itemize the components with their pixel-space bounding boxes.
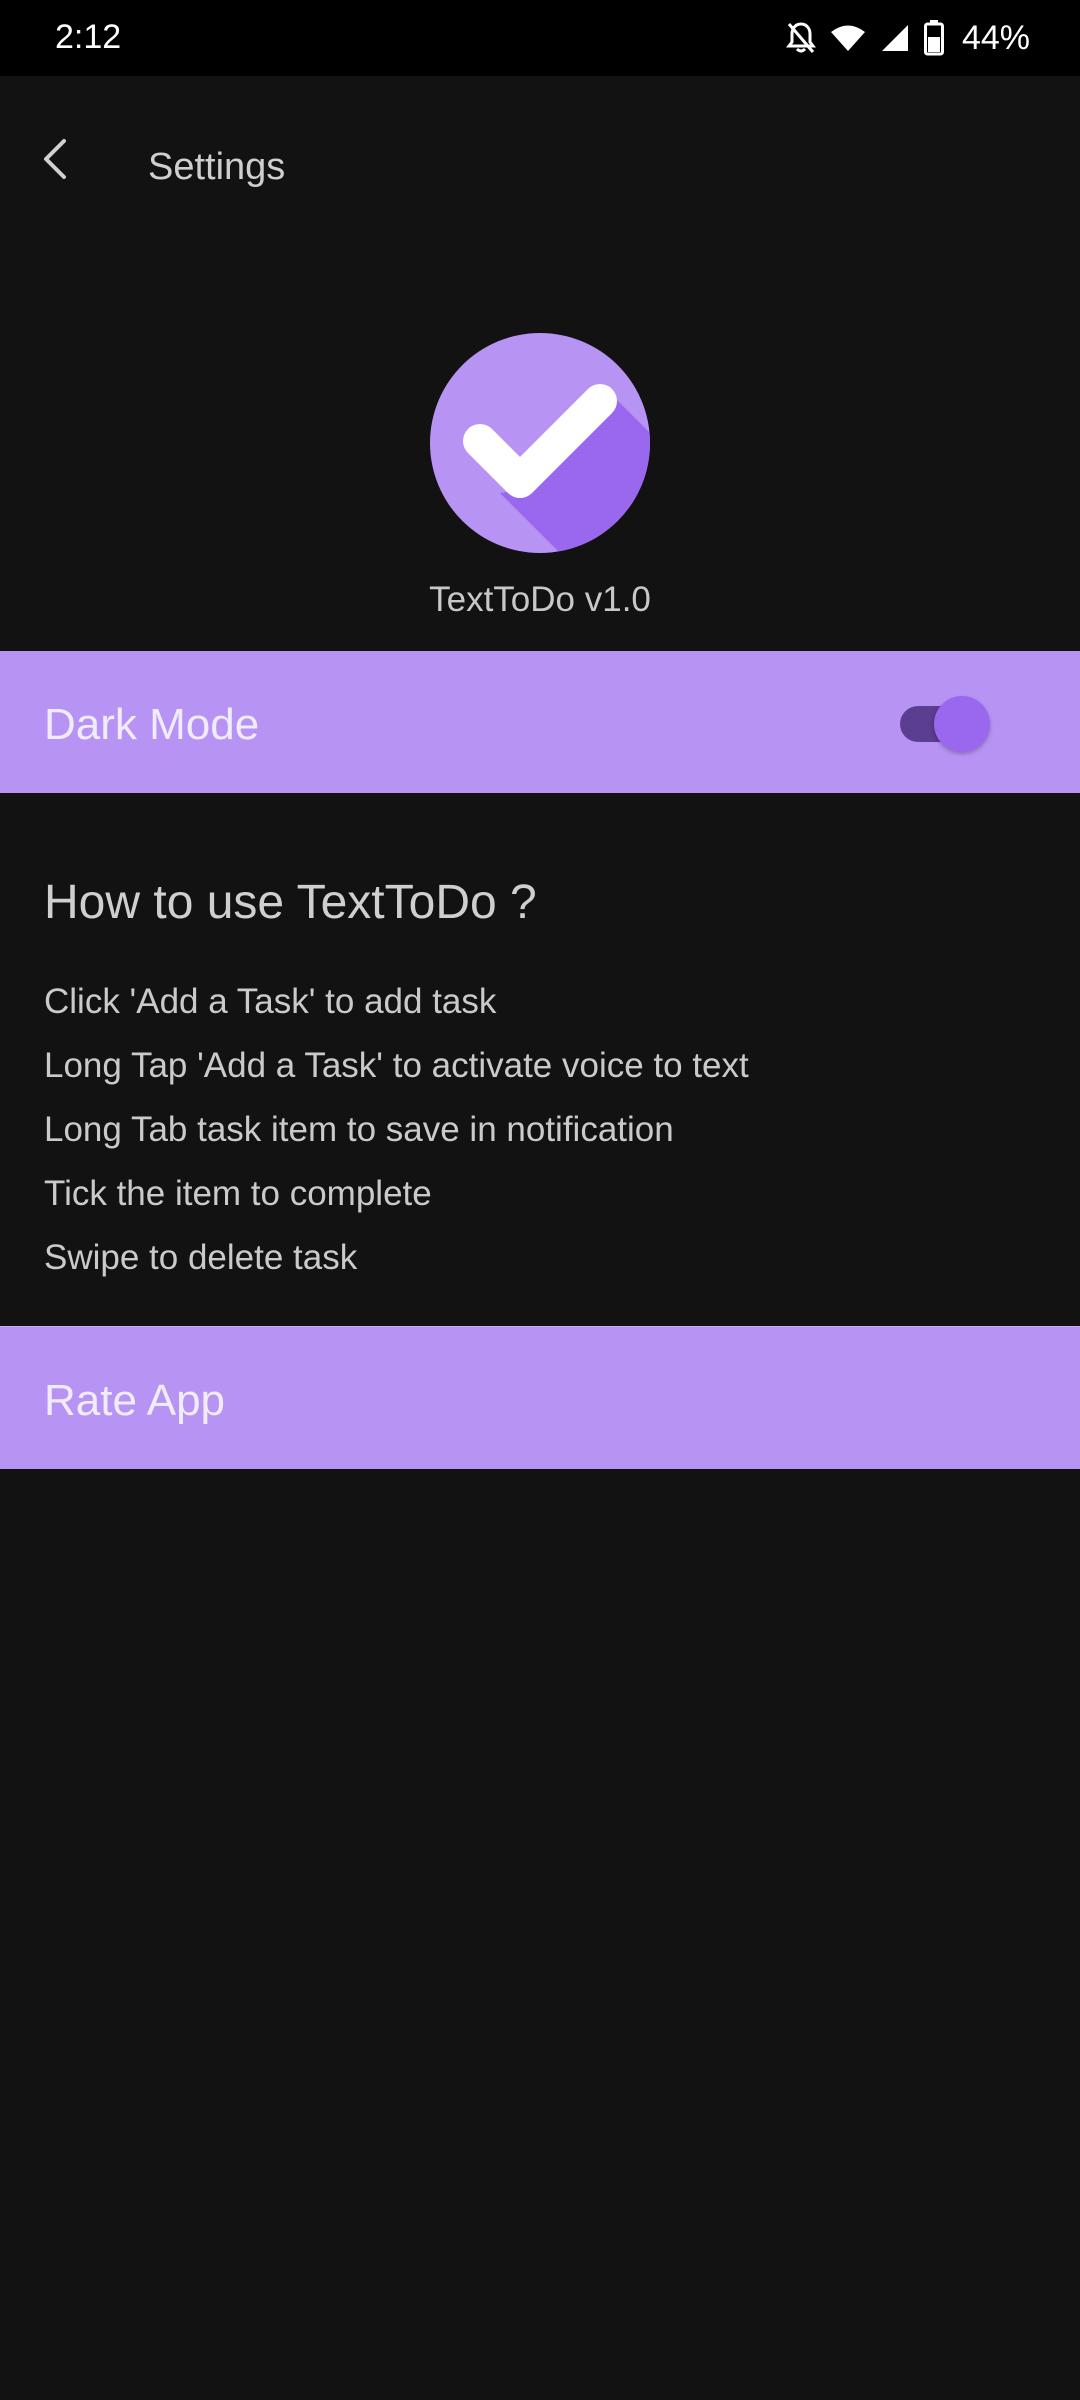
toggle-thumb — [934, 696, 990, 752]
back-button[interactable] — [20, 126, 90, 196]
cell-signal-icon — [880, 23, 910, 53]
battery-percentage: 44% — [961, 18, 1030, 57]
list-item: Long Tap 'Add a Task' to activate voice … — [44, 1046, 749, 1085]
page-title: Settings — [148, 146, 286, 188]
dark-mode-label: Dark Mode — [44, 700, 260, 749]
rate-app-button[interactable]: Rate App — [0, 1326, 1080, 1469]
app-bar: Settings — [0, 76, 1080, 266]
battery-icon — [923, 20, 944, 56]
app-logo — [430, 333, 650, 553]
how-to-list: Click 'Add a Task' to add task Long Tap … — [44, 980, 749, 1300]
how-to-title: How to use TextToDo ? — [44, 876, 537, 929]
checkmark-circle-icon — [430, 333, 650, 557]
status-bar: 2:12 44% — [0, 0, 1080, 76]
rate-app-label: Rate App — [44, 1376, 226, 1425]
dark-mode-row[interactable]: Dark Mode — [0, 651, 1080, 793]
app-version: TextToDo v1.0 — [429, 580, 651, 619]
status-icons: 44% — [785, 16, 1030, 60]
dark-mode-toggle[interactable] — [898, 696, 990, 752]
list-item: Swipe to delete task — [44, 1238, 358, 1277]
list-item: Long Tab task item to save in notificati… — [44, 1110, 674, 1149]
chevron-left-icon — [40, 137, 70, 186]
status-time: 2:12 — [55, 18, 122, 56]
wifi-icon — [830, 23, 866, 53]
notifications-off-icon — [785, 21, 816, 55]
list-item: Click 'Add a Task' to add task — [44, 982, 497, 1021]
list-item: Tick the item to complete — [44, 1174, 432, 1213]
